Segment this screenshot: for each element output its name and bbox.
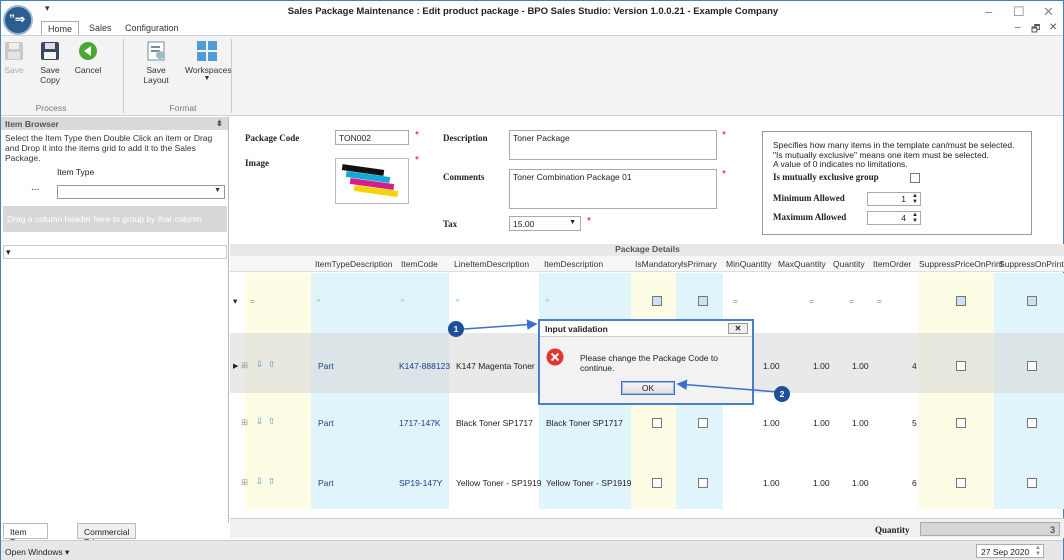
callout-badge-2: 2 [774, 386, 790, 402]
callout-arrow-2 [676, 379, 779, 393]
callout-arrow-1 [463, 319, 538, 330]
callout-arrows [463, 319, 779, 393]
app-window: ▾ Sales Package Maintenance : Edit produ… [0, 0, 1064, 560]
callout-badge-1: 1 [448, 321, 464, 337]
